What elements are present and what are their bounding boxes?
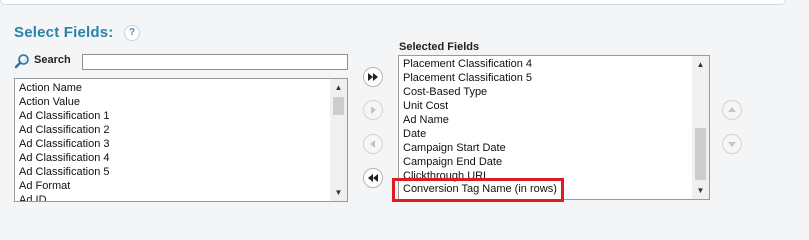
scroll-down-arrow-icon[interactable]: ▼ <box>692 182 709 199</box>
list-item[interactable]: Ad ID <box>15 193 330 201</box>
move-down-button[interactable] <box>722 134 742 154</box>
top-panel <box>0 0 786 5</box>
available-scrollbar[interactable]: ▲ ▼ <box>330 79 347 201</box>
list-item[interactable]: Campaign End Date <box>399 155 692 169</box>
left-arrow-icon <box>370 140 375 148</box>
list-item[interactable]: Ad Classification 3 <box>15 137 330 151</box>
magnifier-icon <box>14 53 30 69</box>
right-arrow-icon <box>371 106 376 114</box>
double-right-arrow-icon <box>368 73 378 81</box>
list-item[interactable]: Date <box>399 127 692 141</box>
move-up-button[interactable] <box>722 100 742 120</box>
scroll-thumb[interactable] <box>695 128 706 180</box>
selected-fields-list[interactable]: Placement Classification 4 Placement Cla… <box>398 55 710 200</box>
double-left-arrow-icon <box>368 174 378 182</box>
selected-scrollbar[interactable]: ▲ ▼ <box>692 56 709 199</box>
scroll-thumb[interactable] <box>333 97 344 115</box>
list-item[interactable]: Placement Classification 4 <box>399 57 692 71</box>
selected-fields-heading: Selected Fields <box>399 41 480 53</box>
help-icon[interactable]: ? <box>124 25 140 41</box>
list-item[interactable]: Clickthrough URL <box>399 169 692 183</box>
highlighted-list-item[interactable]: Conversion Tag Name (in rows) <box>403 183 557 195</box>
list-item[interactable]: Ad Classification 2 <box>15 123 330 137</box>
search-input[interactable] <box>82 54 348 70</box>
up-arrow-icon <box>728 107 736 112</box>
search-label: Search <box>34 54 71 66</box>
list-item[interactable]: Action Name <box>15 81 330 95</box>
remove-all-button[interactable] <box>363 168 383 188</box>
down-arrow-icon <box>728 142 736 147</box>
add-button[interactable] <box>363 100 383 120</box>
add-all-button[interactable] <box>363 67 383 87</box>
list-item[interactable]: Cost-Based Type <box>399 85 692 99</box>
list-item[interactable]: Placement Classification 5 <box>399 71 692 85</box>
list-item[interactable]: Ad Classification 5 <box>15 165 330 179</box>
list-item[interactable]: Ad Classification 1 <box>15 109 330 123</box>
list-item[interactable]: Ad Name <box>399 113 692 127</box>
section-title: Select Fields: <box>14 24 114 41</box>
list-item[interactable]: Action Value <box>15 95 330 109</box>
list-item[interactable]: Campaign Start Date <box>399 141 692 155</box>
remove-button[interactable] <box>363 134 383 154</box>
list-item[interactable]: Unit Cost <box>399 99 692 113</box>
scroll-up-arrow-icon[interactable]: ▲ <box>692 56 709 73</box>
available-fields-list[interactable]: Action Name Action Value Ad Classificati… <box>14 78 348 202</box>
scroll-down-arrow-icon[interactable]: ▼ <box>330 184 347 201</box>
list-item[interactable]: Ad Classification 4 <box>15 151 330 165</box>
scroll-up-arrow-icon[interactable]: ▲ <box>330 79 347 96</box>
list-item[interactable]: Ad Format <box>15 179 330 193</box>
